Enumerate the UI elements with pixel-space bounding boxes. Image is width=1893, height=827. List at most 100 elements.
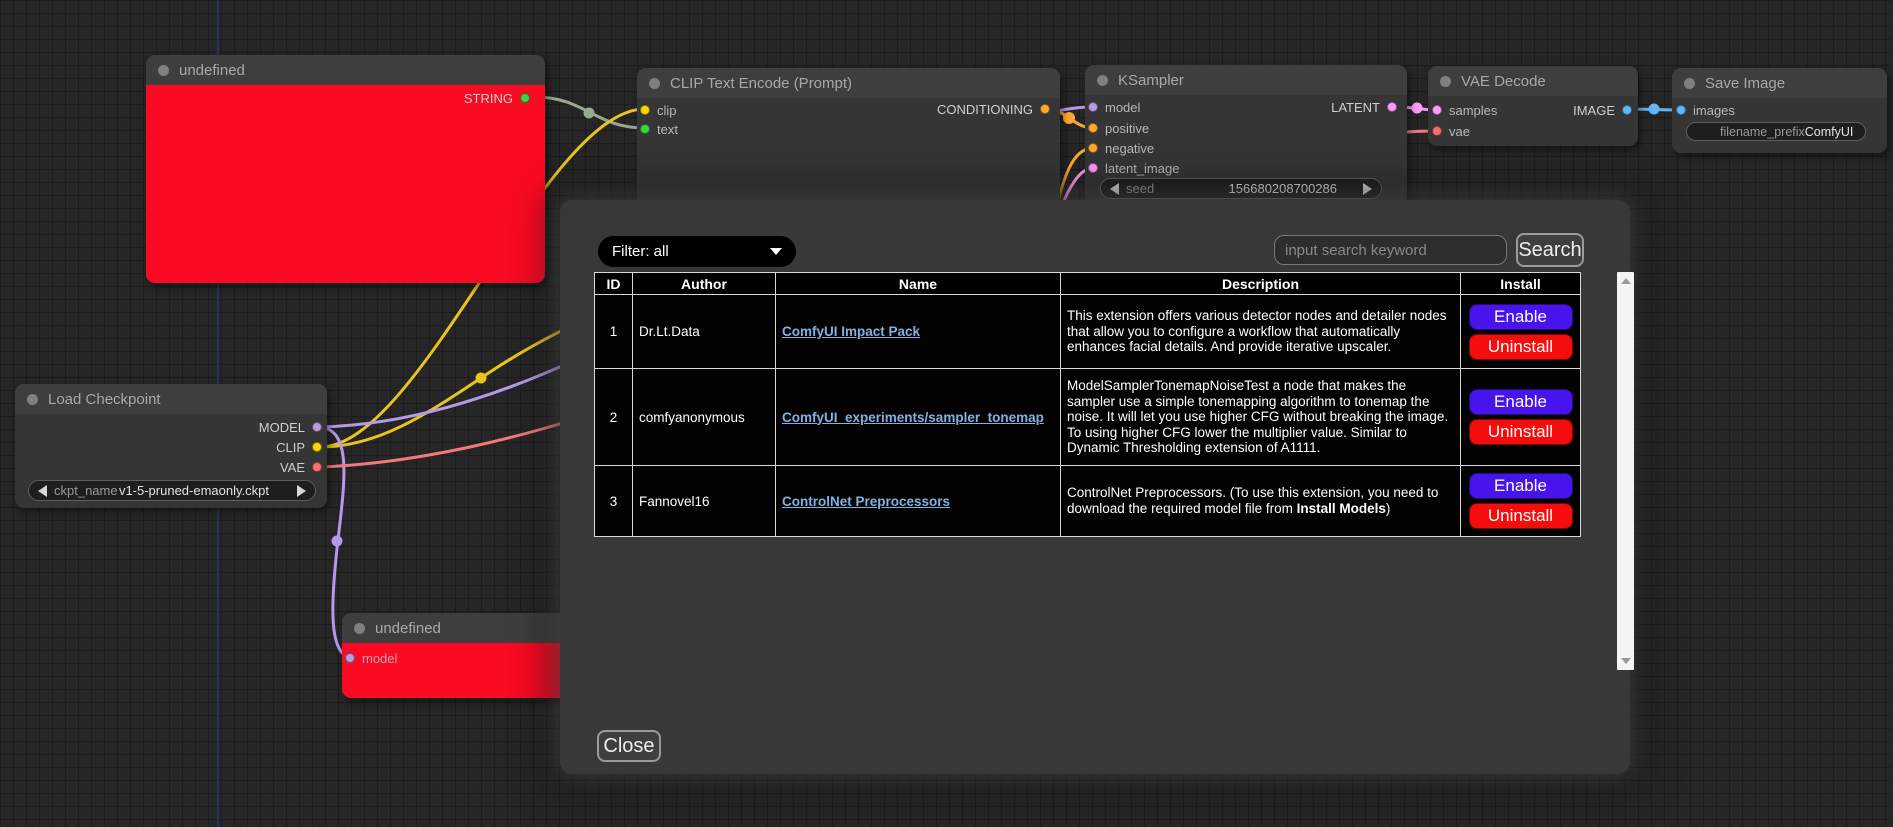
search-button[interactable]: Search [1516, 233, 1584, 267]
vae-port-icon[interactable] [312, 462, 322, 472]
filename-prefix-value[interactable]: ComfyUI [1805, 125, 1854, 139]
string-port-icon[interactable] [520, 93, 530, 103]
node-title-bar[interactable]: KSampler [1085, 65, 1407, 95]
wire-dot-clip [476, 373, 487, 384]
node-load-checkpoint[interactable]: Load Checkpoint MODEL CLIP VAE ckpt_name… [15, 384, 327, 508]
cell-description: This extension offers various detector n… [1061, 295, 1461, 369]
header-author: Author [633, 273, 776, 295]
filter-select[interactable]: Filter: all [598, 236, 796, 267]
ckpt-name-value[interactable]: v1-5-pruned-emaonly.ckpt [119, 483, 269, 498]
input-latent-image[interactable]: latent_image [1088, 161, 1179, 175]
table-row: 1 Dr.Lt.Data ComfyUI Impact Pack This ex… [595, 295, 1581, 369]
ckpt-name-widget[interactable]: ckpt_name v1-5-pruned-emaonly.ckpt [28, 480, 316, 501]
model-port-icon[interactable] [1088, 102, 1098, 112]
latent-port-icon[interactable] [1387, 102, 1397, 112]
clip-port-icon[interactable] [312, 442, 322, 452]
scroll-down-icon[interactable] [1621, 658, 1631, 664]
seed-value[interactable]: 156680208700286 [1229, 181, 1337, 196]
node-collapse-icon[interactable] [354, 623, 365, 634]
vae-port-icon[interactable] [1432, 126, 1442, 136]
input-model[interactable]: model [1088, 100, 1140, 114]
image-port-icon[interactable] [1622, 105, 1632, 115]
latent-port-icon[interactable] [1432, 105, 1442, 115]
image-port-icon[interactable] [1676, 105, 1686, 115]
node-collapse-icon[interactable] [1097, 75, 1108, 86]
conditioning-port-icon[interactable] [1088, 123, 1098, 133]
latent-port-icon[interactable] [1088, 163, 1098, 173]
node-title-bar[interactable]: VAE Decode [1428, 66, 1638, 96]
enable-button[interactable]: Enable [1469, 473, 1573, 499]
conditioning-port-icon[interactable] [1088, 143, 1098, 153]
output-vae[interactable]: VAE [280, 460, 322, 474]
clip-port-icon[interactable] [640, 105, 650, 115]
header-install: Install [1461, 273, 1581, 295]
input-positive[interactable]: positive [1088, 121, 1149, 135]
cell-description: ControlNet Preprocessors. (To use this e… [1061, 466, 1461, 537]
extension-link[interactable]: ComfyUI Impact Pack [782, 324, 920, 339]
node-title-bar[interactable]: Load Checkpoint [15, 384, 327, 414]
node-collapse-icon[interactable] [1440, 76, 1451, 87]
input-samples[interactable]: samples [1432, 103, 1497, 117]
enable-button[interactable]: Enable [1469, 304, 1573, 330]
extension-table: ID Author Name Description Install 1 Dr.… [594, 272, 1581, 537]
header-name: Name [776, 273, 1061, 295]
filter-select-label: Filter: all [612, 243, 669, 260]
output-image[interactable]: IMAGE [1573, 103, 1632, 117]
node-body: samples vae IMAGE [1428, 96, 1638, 146]
input-text[interactable]: text [640, 122, 678, 136]
output-string[interactable]: STRING [464, 91, 530, 105]
output-conditioning[interactable]: CONDITIONING [937, 102, 1050, 116]
enable-button[interactable]: Enable [1469, 389, 1573, 415]
output-model[interactable]: MODEL [259, 420, 322, 434]
uninstall-button[interactable]: Uninstall [1469, 419, 1573, 445]
input-vae[interactable]: vae [1432, 124, 1470, 138]
model-port-icon[interactable] [345, 653, 355, 663]
decrement-icon[interactable] [1110, 183, 1119, 195]
input-clip[interactable]: clip [640, 103, 677, 117]
extension-link[interactable]: ComfyUI_experiments/sampler_tonemap [782, 410, 1044, 425]
node-collapse-icon[interactable] [649, 78, 660, 89]
table-row: 3 Fannovel16 ControlNet Preprocessors Co… [595, 466, 1581, 537]
filename-prefix-widget[interactable]: filename_prefix ComfyUI [1686, 122, 1866, 141]
node-ksampler[interactable]: KSampler model positive negative latent_… [1085, 65, 1407, 205]
table-scrollbar[interactable] [1617, 272, 1634, 670]
input-images[interactable]: images [1676, 103, 1735, 117]
table-row: 2 comfyanonymous ComfyUI_experiments/sam… [595, 369, 1581, 466]
wire-dot-model [332, 536, 343, 547]
extension-manager-dialog: Filter: all Search ID Author Name Descri… [560, 200, 1630, 774]
uninstall-button[interactable]: Uninstall [1469, 503, 1573, 529]
cell-id: 3 [595, 466, 633, 537]
node-title: undefined [179, 62, 245, 79]
node-save-image[interactable]: Save Image images filename_prefix ComfyU… [1672, 68, 1887, 153]
extension-list-scroll-area: ID Author Name Description Install 1 Dr.… [594, 272, 1600, 670]
node-collapse-icon[interactable] [158, 65, 169, 76]
node-title-bar[interactable]: CLIP Text Encode (Prompt) [637, 68, 1060, 98]
output-latent[interactable]: LATENT [1331, 100, 1397, 114]
text-port-icon[interactable] [640, 124, 650, 134]
model-port-icon[interactable] [312, 422, 322, 432]
node-body: MODEL CLIP VAE ckpt_name v1-5-pruned-ema… [15, 414, 327, 508]
node-title-bar[interactable]: Save Image [1672, 68, 1887, 98]
increment-icon[interactable] [1363, 183, 1372, 195]
node-body: model positive negative latent_image LAT… [1085, 95, 1407, 205]
conditioning-port-icon[interactable] [1040, 104, 1050, 114]
close-button[interactable]: Close [597, 730, 661, 762]
scroll-up-icon[interactable] [1621, 278, 1631, 284]
input-negative[interactable]: negative [1088, 141, 1154, 155]
search-input[interactable] [1274, 235, 1507, 265]
node-collapse-icon[interactable] [1684, 78, 1695, 89]
header-id: ID [595, 273, 633, 295]
node-title-bar[interactable]: undefined [146, 55, 545, 85]
extension-link[interactable]: ControlNet Preprocessors [782, 494, 950, 509]
input-model[interactable]: model [345, 651, 397, 665]
node-vae-decode[interactable]: VAE Decode samples vae IMAGE [1428, 66, 1638, 146]
seed-widget[interactable]: seed 156680208700286 [1100, 178, 1382, 199]
wire-dot-cond [1063, 112, 1075, 124]
previous-icon[interactable] [38, 485, 47, 497]
output-clip[interactable]: CLIP [276, 440, 322, 454]
uninstall-button[interactable]: Uninstall [1469, 334, 1573, 360]
node-collapse-icon[interactable] [27, 394, 38, 405]
next-icon[interactable] [297, 485, 306, 497]
node-undefined-top[interactable]: undefined STRING [146, 55, 545, 283]
cell-author: Dr.Lt.Data [633, 295, 776, 369]
